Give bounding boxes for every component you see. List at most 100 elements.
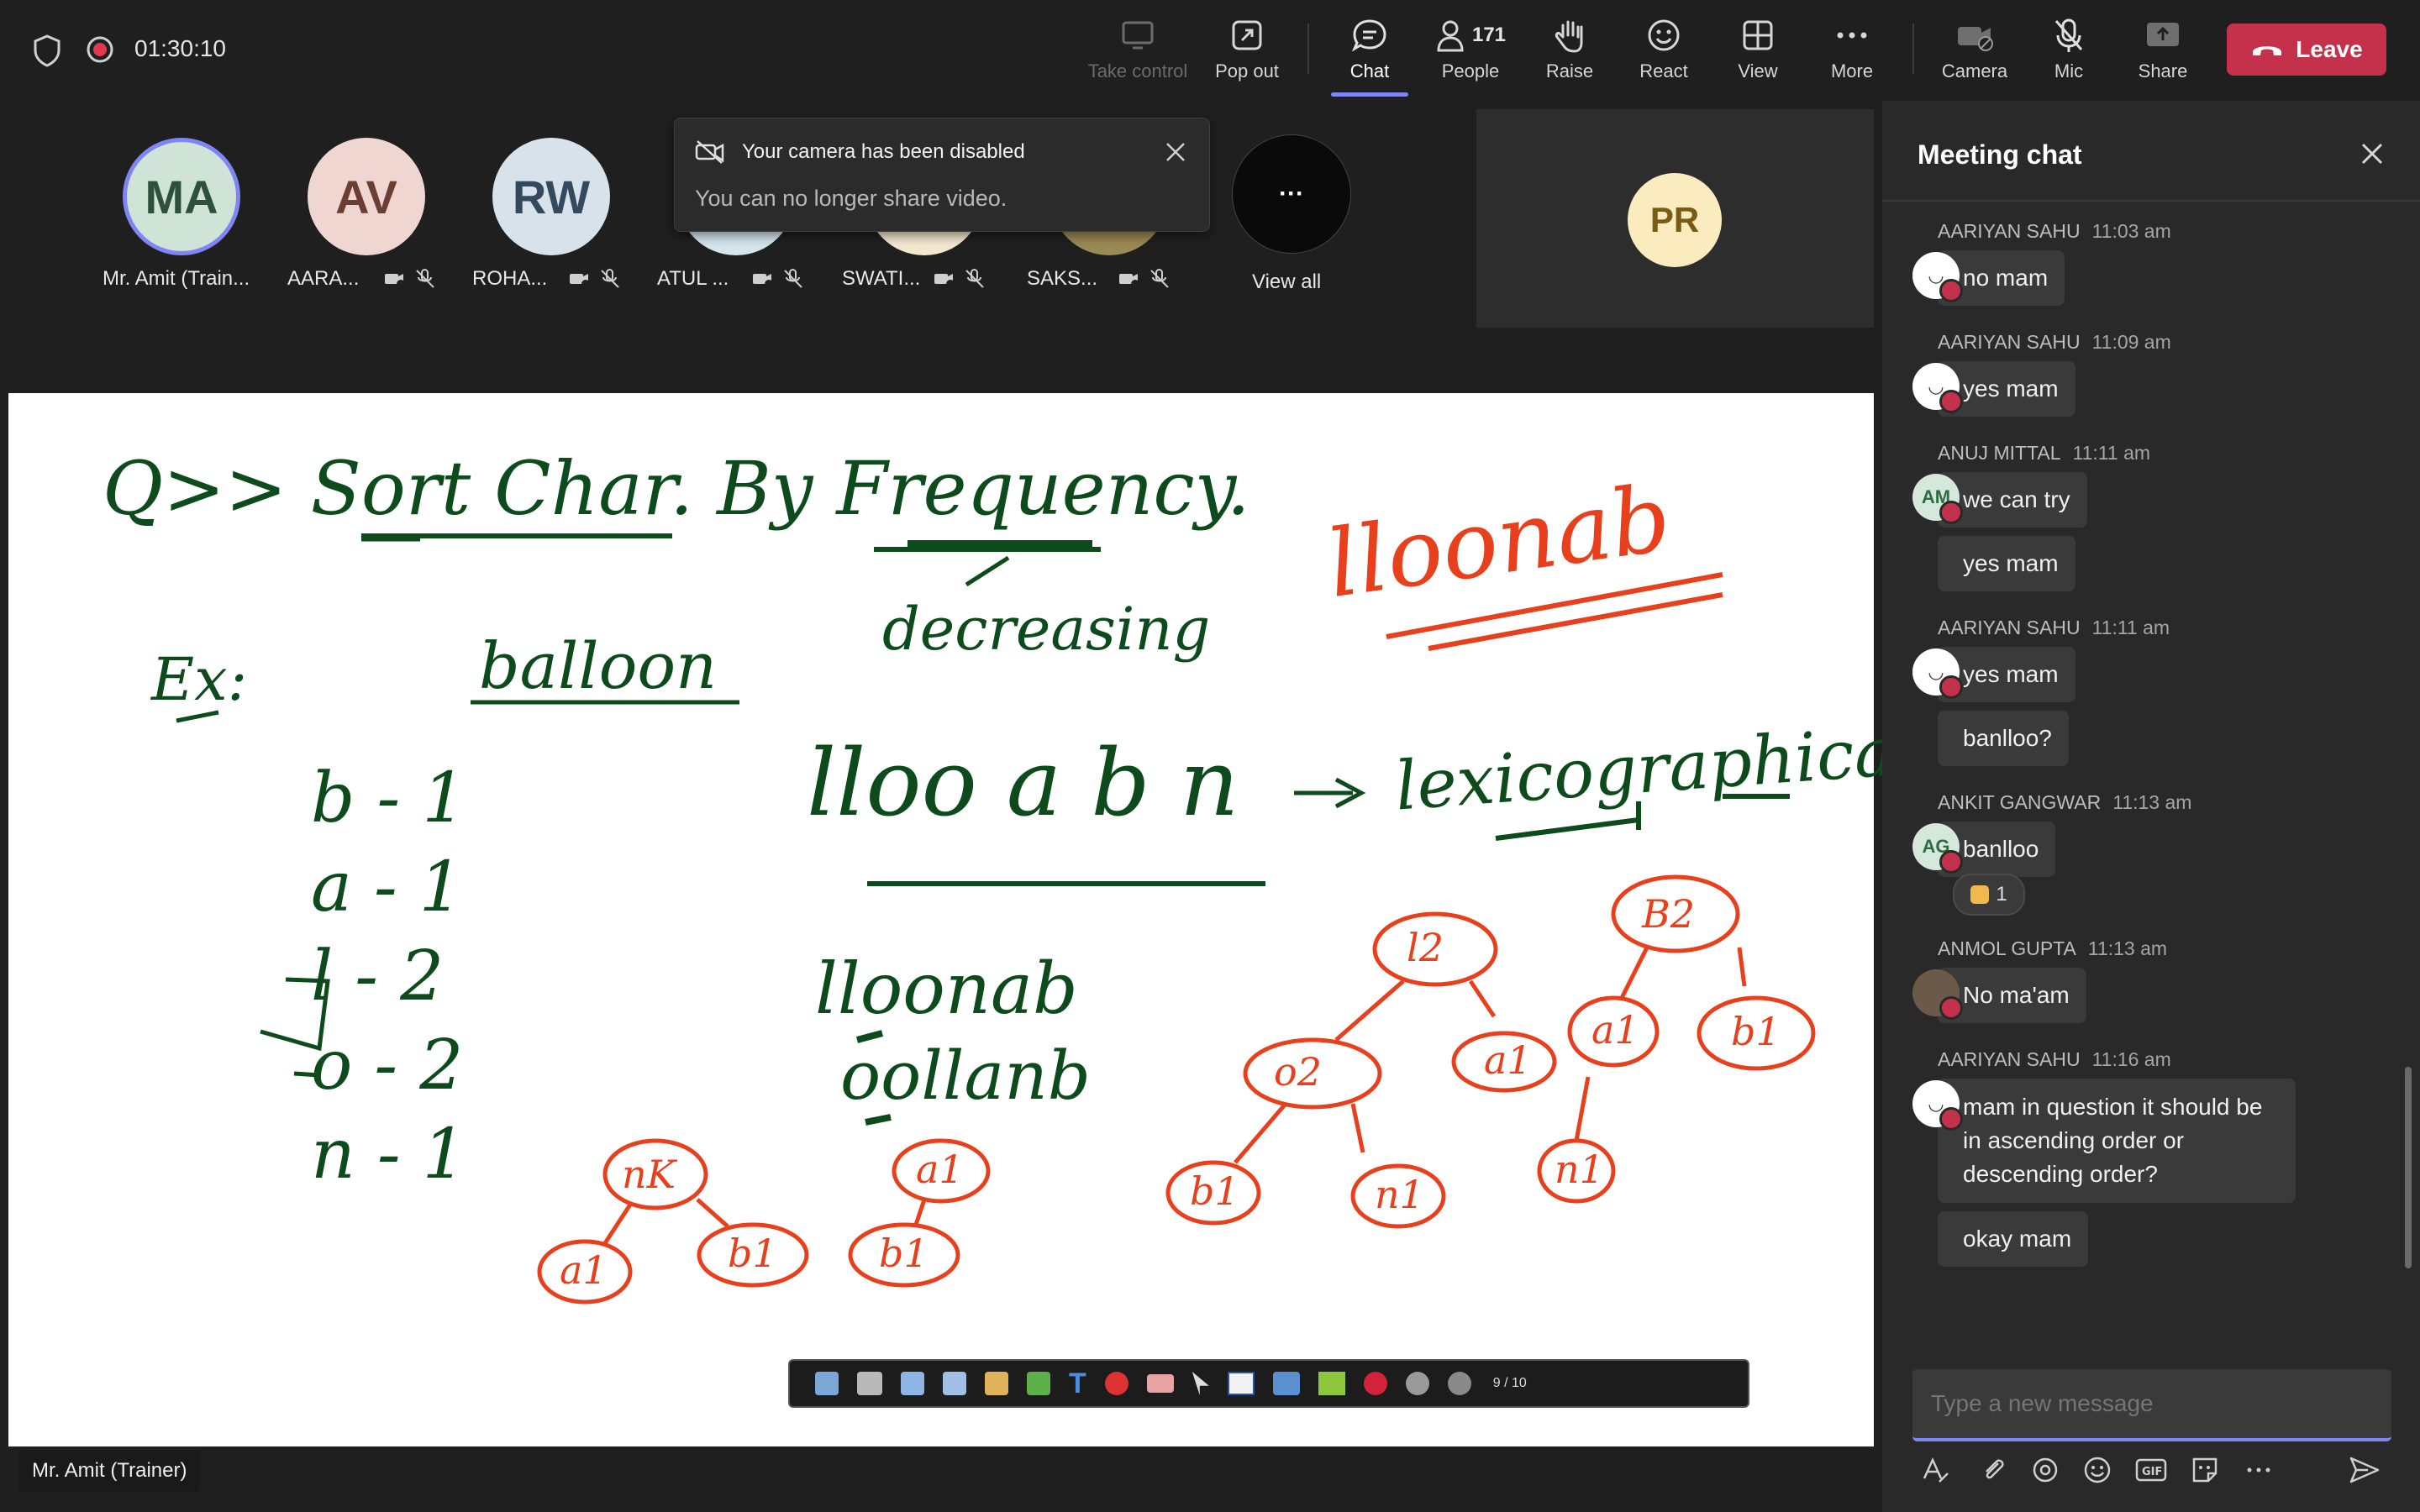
raise-hand-button[interactable]: Raise <box>1519 15 1620 91</box>
more-options-icon[interactable] <box>2244 1455 2274 1485</box>
chat-button[interactable]: Chat <box>1319 15 1420 91</box>
message-text: mam in question it should be <box>1963 1094 2263 1120</box>
sender-name: ANKIT GANGWAR <box>1938 791 2102 813</box>
highlighter-tool-icon[interactable] <box>1027 1372 1050 1395</box>
capture-tool-icon[interactable] <box>857 1372 882 1395</box>
take-control-button[interactable]: Take control <box>1087 15 1188 91</box>
message-text: banlloo? <box>1963 725 2052 751</box>
sender-name: ANUJ MITTAL <box>1938 442 2061 464</box>
gif-icon[interactable]: GIF <box>2134 1455 2168 1485</box>
settings-gear-icon[interactable] <box>1447 1372 1471 1395</box>
message-bubble[interactable]: mam in question it should be in ascendin… <box>1938 1079 2296 1203</box>
chat-title: Meeting chat <box>1918 139 2082 170</box>
loop-icon[interactable] <box>2030 1455 2060 1485</box>
message-sender: AARIYAN SAHU 11:03 am <box>1938 220 2171 243</box>
message-bubble[interactable]: banlloo? <box>1938 711 2069 766</box>
close-icon[interactable] <box>2360 141 2385 166</box>
participant-name: ATUL ... <box>657 267 729 290</box>
people-button[interactable]: 171 People <box>1420 15 1521 91</box>
annotation-toolbar: T 9 / 10 <box>788 1359 1749 1408</box>
count-line: a - 1 <box>311 848 463 927</box>
board-counts: b - 1 a - 1 l - 2 o - 2 n - 1 <box>311 754 466 1200</box>
participant-name: AARA... <box>287 267 360 290</box>
shape-tool-icon[interactable] <box>901 1372 924 1395</box>
message-text: yes mam <box>1963 661 2059 687</box>
sticker-icon[interactable] <box>2190 1455 2220 1485</box>
camera-mic-off-icons <box>753 269 802 288</box>
message-time: 11:13 am <box>2112 791 2192 813</box>
pointer-tool-icon[interactable] <box>815 1372 839 1395</box>
webcam-tool-icon[interactable] <box>1405 1372 1429 1395</box>
chat-avatar: ◡ <box>1912 648 1963 699</box>
leave-button[interactable]: Leave <box>2227 24 2386 76</box>
attach-icon[interactable] <box>1978 1455 2008 1485</box>
message-time: 11:11 am <box>2091 617 2170 638</box>
mic-button[interactable]: Mic <box>2018 15 2119 91</box>
participant-avatar[interactable]: MA <box>123 138 240 255</box>
background-tool-icon[interactable] <box>1318 1372 1345 1395</box>
participant-avatar[interactable]: RW <box>492 138 610 255</box>
message-time: 11:03 am <box>2091 220 2171 242</box>
shared-whiteboard[interactable]: Q>> Sort Char. By Frequency. nK a1 b1 a1… <box>8 393 1918 1446</box>
raise-hand-icon <box>1555 20 1583 53</box>
color-tool-icon[interactable] <box>1104 1372 1128 1395</box>
message-text: we can try <box>1963 486 2070 512</box>
camera-off-icon <box>1958 27 1993 51</box>
text-tool-icon[interactable]: T <box>1069 1368 1086 1400</box>
message-text: yes mam <box>1963 375 2059 402</box>
svg-text:a1: a1 <box>1484 1037 1532 1083</box>
sender-name: AARIYAN SAHU <box>1938 617 2081 638</box>
pencil-tool-icon[interactable] <box>985 1372 1008 1395</box>
view-all-button[interactable]: ··· <box>1232 134 1351 254</box>
svg-text:n1: n1 <box>1555 1147 1604 1192</box>
raise-label: Raise <box>1545 60 1594 81</box>
message-sender: AARIYAN SAHU 11:16 am <box>1938 1048 2171 1071</box>
cursor-tool-icon[interactable] <box>1192 1372 1209 1395</box>
avatar-initials: AV <box>335 170 397 223</box>
close-icon[interactable] <box>1164 140 1187 164</box>
participant-video-tile[interactable]: PR <box>1476 109 1874 328</box>
meeting-top-bar: 01:30:10 Take control Pop out Chat 171 P… <box>0 0 2420 101</box>
sender-name: ANMOL GUPTA <box>1938 937 2076 959</box>
chat-active-indicator <box>1331 92 1408 97</box>
toast-title: Your camera has been disabled <box>742 140 1025 163</box>
message-time: 11:13 am <box>2087 937 2168 959</box>
camera-disabled-toast: Your camera has been disabled You can no… <box>674 118 1210 232</box>
people-label: People <box>1441 60 1500 81</box>
message-time: 11:11 am <box>2072 442 2151 464</box>
eraser-tool-icon[interactable] <box>1146 1374 1174 1393</box>
message-bubble[interactable]: okay mam <box>1938 1211 2089 1267</box>
format-icon[interactable] <box>1919 1455 1949 1485</box>
camera-button[interactable]: Camera <box>1924 15 2025 91</box>
reaction-pill[interactable]: 1 <box>1953 874 2025 916</box>
message-composer[interactable] <box>1912 1369 2391 1441</box>
message-input[interactable] <box>1929 1384 2370 1423</box>
view-button[interactable]: View <box>1707 15 1808 91</box>
hammer-tool-icon[interactable] <box>1272 1372 1300 1395</box>
share-screen-icon <box>2147 23 2179 46</box>
share-label: Share <box>2138 60 2188 81</box>
avatar-initials: MA <box>145 170 218 223</box>
share-button[interactable]: Share <box>2112 15 2213 91</box>
send-icon[interactable] <box>2348 1455 2381 1485</box>
board-example-label: Ex: <box>151 645 248 714</box>
chat-scrollbar[interactable] <box>2405 1067 2412 1268</box>
message-bubble[interactable]: yes mam <box>1938 536 2075 591</box>
message-sender: ANUJ MITTAL 11:11 am <box>1938 442 2150 465</box>
whiteboard-tool-icon[interactable] <box>1227 1372 1255 1395</box>
svg-text:o2: o2 <box>1274 1049 1322 1095</box>
react-label: React <box>1639 60 1688 81</box>
participant-avatar[interactable]: AV <box>308 138 425 255</box>
chat-label: Chat <box>1349 60 1390 81</box>
more-button[interactable]: More <box>1802 15 1902 91</box>
emoji-icon[interactable] <box>2082 1455 2112 1485</box>
record-tool-icon[interactable] <box>1363 1372 1387 1395</box>
chat-avatar: ◡ <box>1912 363 1963 413</box>
pop-out-button[interactable]: Pop out <box>1197 15 1297 91</box>
chat-avatar <box>1912 969 1963 1020</box>
react-button[interactable]: React <box>1613 15 1714 91</box>
hang-up-icon <box>2253 46 2282 55</box>
board-page-indicator: 9 / 10 <box>1492 1376 1527 1390</box>
count-line: b - 1 <box>311 759 466 838</box>
select-tool-icon[interactable] <box>943 1372 966 1395</box>
